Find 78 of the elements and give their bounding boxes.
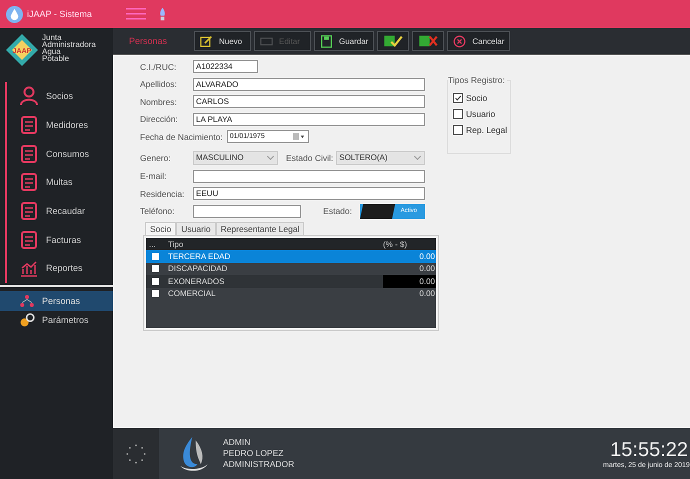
check-icon <box>383 34 404 48</box>
input-field[interactable]: A1022334 <box>193 60 258 74</box>
checkbox[interactable] <box>152 252 159 260</box>
logo-text: Junta <box>42 34 62 41</box>
group-title: Tipos Registro: <box>448 75 507 85</box>
table-row[interactable]: EXONERADOS 0.00 <box>146 275 436 288</box>
input-field[interactable]: EEUU <box>193 187 425 200</box>
cell-editor[interactable]: 0.00 <box>383 275 436 288</box>
table-row[interactable]: COMERCIAL 0.00 <box>146 288 436 300</box>
field-label: Genero: <box>140 152 172 162</box>
column-header: ... <box>148 240 157 248</box>
table-row[interactable]: DISCAPACIDAD 0.00 <box>146 262 436 275</box>
table-cell-text: 0.00 <box>418 250 436 262</box>
input-field[interactable]: ALVARADO <box>193 78 425 91</box>
sidebar-item[interactable]: Parámetros <box>0 310 113 329</box>
logo-text: Administradora <box>42 41 96 48</box>
input-field[interactable]: CARLOS <box>193 95 425 108</box>
field-label: E-mail: <box>140 171 168 182</box>
table-cell-text: EXONERADOS <box>168 276 226 286</box>
table-cell-text: 0.00 <box>418 288 436 300</box>
toolbar-button[interactable]: Guardar <box>314 31 374 51</box>
field-label: Fecha de Nacimiento: <box>140 132 223 142</box>
x-button[interactable] <box>412 31 444 51</box>
checkbox[interactable] <box>152 290 159 298</box>
checkbox-label: Socio <box>466 93 488 103</box>
logo-text: Agua <box>42 48 61 55</box>
field-label: Estado Civil: <box>286 152 334 162</box>
field-label: Apellidos: <box>140 79 178 90</box>
field-label: Teléfono: <box>140 206 176 216</box>
people-icon <box>19 292 35 309</box>
sidebar-item[interactable]: Personas <box>0 290 113 311</box>
checkbox[interactable] <box>453 125 463 135</box>
user-info-text: PEDRO LOPEZ <box>223 448 284 459</box>
checkbox[interactable] <box>152 278 159 285</box>
toolbar-button[interactable]: Nuevo <box>194 31 251 51</box>
window-title: iJAAP - Sistema <box>27 9 92 19</box>
checkbox[interactable] <box>152 265 159 272</box>
x-icon <box>418 34 438 48</box>
dropdown[interactable]: SOLTERO(A) <box>336 150 425 164</box>
clock-time: 15:55:22 <box>610 438 688 462</box>
field-label: Nombres: <box>140 96 178 107</box>
cancel-icon <box>453 34 466 48</box>
table-cell-text: COMERCIAL <box>168 289 217 298</box>
input-field[interactable]: LA PLAYA <box>193 112 425 126</box>
table-cell-text: 0.00 <box>418 263 436 275</box>
notepad-icon <box>19 115 39 136</box>
user-info-text: ADMINISTRADOR <box>223 459 294 470</box>
section-title: Personas <box>129 36 168 46</box>
input-field[interactable] <box>193 170 425 183</box>
table-cell-text: DISCAPACIDAD <box>168 264 228 274</box>
calendar-icon <box>292 133 305 140</box>
table-row[interactable]: TERCERA EDAD 0.00 <box>146 250 436 262</box>
tab[interactable]: Usuario <box>176 222 216 235</box>
input-field[interactable] <box>193 204 301 218</box>
logo-text: Potable <box>42 55 70 62</box>
check-button[interactable] <box>377 31 410 51</box>
tab[interactable]: Socio <box>145 222 176 235</box>
dropdown[interactable]: MASCULINO <box>193 150 278 164</box>
column-header: (% - $) <box>383 238 408 250</box>
field-label: C.I./RUC: <box>140 62 178 72</box>
pencil-icon <box>200 34 213 48</box>
drop-icon <box>6 6 23 22</box>
floppy-icon <box>320 34 333 48</box>
column-header: Tipo <box>168 240 184 248</box>
checkbox-label: Rep. Legal <box>466 125 508 135</box>
checkbox-label: Usuario <box>466 109 496 119</box>
table-cell-text: TERCERA EDAD <box>168 252 232 261</box>
toolbar-button[interactable]: Cancelar <box>447 31 510 51</box>
card-icon <box>260 34 273 48</box>
field-label: Estado: <box>323 206 352 216</box>
field-label: Dirección: <box>140 114 179 124</box>
tab[interactable]: Representante Legal <box>216 222 304 235</box>
checkbox[interactable] <box>453 93 463 103</box>
field-label: Residencia: <box>140 188 186 199</box>
user-info-text: ADMIN <box>223 437 252 448</box>
checkbox[interactable] <box>453 109 463 119</box>
bulb-icon[interactable] <box>158 6 167 22</box>
person-icon <box>19 86 39 106</box>
